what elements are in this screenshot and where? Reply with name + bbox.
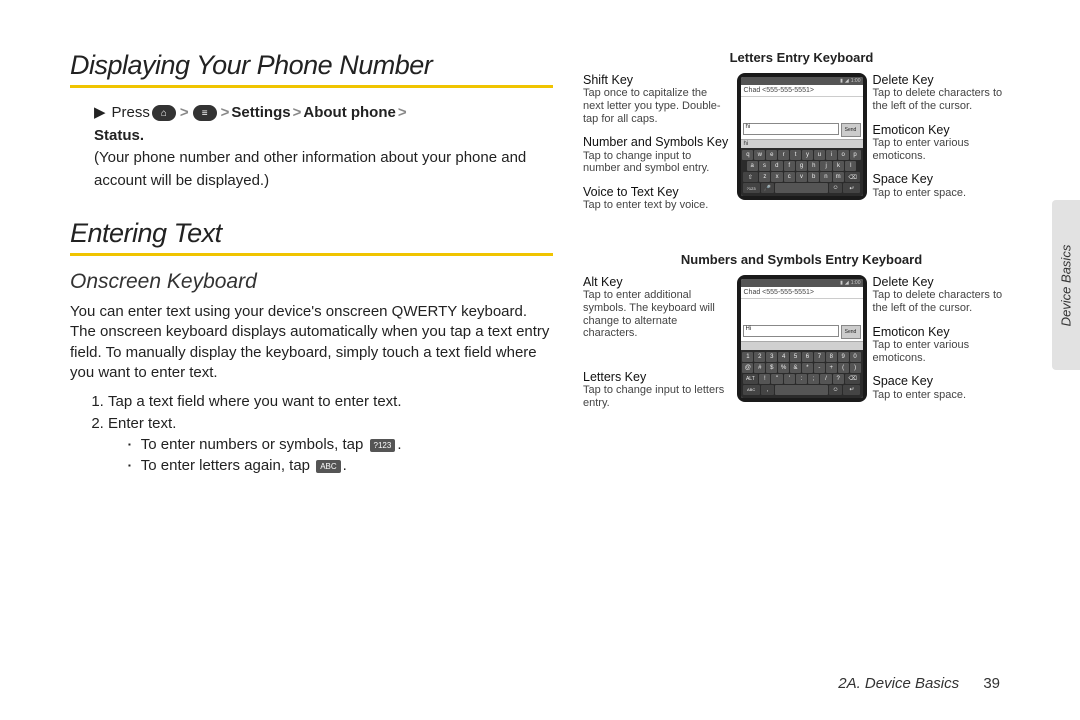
rule	[70, 253, 553, 256]
right-column: Letters Entry Keyboard Shift KeyTap once…	[583, 50, 1020, 480]
qwerty-keyboard: qwertyuiop asdfghjkl ⇧zxcvbnm⌫ ?123🎤☺↵	[741, 148, 863, 196]
callouts-right: Delete KeyTap to delete characters to th…	[873, 275, 1021, 411]
menu-icon	[193, 105, 217, 121]
callouts-right: Delete KeyTap to delete characters to th…	[873, 73, 1021, 209]
send-button: Send	[841, 123, 861, 137]
heading-entering-text: Entering Text	[70, 218, 553, 249]
diagram-title: Letters Entry Keyboard	[583, 50, 1020, 65]
bullet-letters: To enter letters again, tap ABC.	[128, 457, 553, 474]
press-label: Press	[112, 102, 150, 125]
about-phone-label: About phone	[303, 102, 395, 125]
step-1: Tap a text field where you want to enter…	[108, 393, 553, 410]
phone-mock-letters: ▮◢1:00 Chad <555-555-5551> hiSend hi qwe…	[737, 73, 867, 200]
status-label: Status.	[94, 125, 144, 148]
sep: >	[180, 102, 189, 125]
diagram-numbers: Numbers and Symbols Entry Keyboard Alt K…	[583, 252, 1020, 420]
subheading-onscreen-keyboard: Onscreen Keyboard	[70, 270, 553, 294]
heading-display-number: Displaying Your Phone Number	[70, 50, 553, 81]
page: Displaying Your Phone Number ▶ Press > >…	[0, 0, 1080, 500]
home-icon	[152, 105, 176, 121]
callouts-left: Alt KeyTap to enter additional symbols. …	[583, 275, 731, 420]
bullet-numbers: To enter numbers or symbols, tap ?123.	[128, 436, 553, 453]
footer-section: 2A. Device Basics	[838, 675, 959, 692]
instruction-block: ▶ Press > > Settings > About phone > Sta…	[70, 102, 553, 192]
left-column: Displaying Your Phone Number ▶ Press > >…	[70, 50, 553, 480]
diagram-title: Numbers and Symbols Entry Keyboard	[583, 252, 1020, 267]
page-number: 39	[983, 675, 1000, 692]
abc-key-icon: ABC	[316, 460, 340, 473]
onscreen-keyboard-para: You can enter text using your device's o…	[70, 302, 553, 383]
numsym-keyboard: 1234567890 @#$%&*-+() ALT!"':;/?⌫ ABC,☺↵	[741, 350, 863, 398]
settings-label: Settings	[231, 102, 290, 125]
num-key-icon: ?123	[370, 439, 396, 452]
step-2: Enter text. To enter numbers or symbols,…	[108, 415, 553, 474]
footer: 2A. Device Basics 39	[838, 675, 1000, 692]
phone-mock-numbers: ▮◢1:00 Chad <555-555-5551> HiSend 123456…	[737, 275, 867, 402]
steps-list: Tap a text field where you want to enter…	[70, 393, 553, 474]
callouts-left: Shift KeyTap once to capitalize the next…	[583, 73, 731, 222]
status-desc: (Your phone number and other information…	[94, 147, 553, 192]
send-button: Send	[841, 325, 861, 339]
rule	[70, 85, 553, 88]
diagram-letters: Letters Entry Keyboard Shift KeyTap once…	[583, 50, 1020, 222]
